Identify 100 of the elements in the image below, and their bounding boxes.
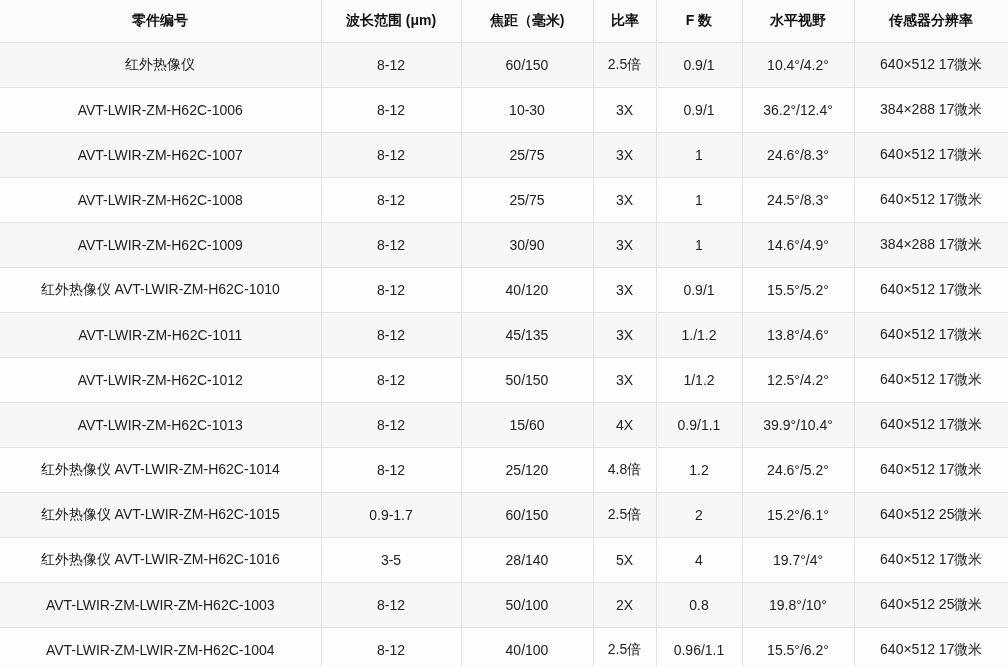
table-cell: 5X — [593, 537, 656, 583]
table-cell: 40/100 — [461, 627, 593, 667]
table-cell: 红外热像仪 — [0, 42, 321, 88]
table-cell: 1.2 — [656, 447, 742, 493]
table-cell: 8-12 — [321, 582, 461, 628]
table-cell: 60/150 — [461, 42, 593, 88]
table-cell: 红外热像仪 AVT-LWIR-ZM-H62C-1014 — [0, 447, 321, 493]
table-cell: 640×512 17微米 — [854, 447, 1008, 493]
table-cell: 4 — [656, 537, 742, 583]
table-cell: 640×512 17微米 — [854, 402, 1008, 448]
table-cell: AVT-LWIR-ZM-LWIR-ZM-H62C-1003 — [0, 582, 321, 628]
table-cell: 24.6°/5.2° — [742, 447, 854, 493]
table-cell: 25/75 — [461, 132, 593, 178]
table-cell: 2.5倍 — [593, 492, 656, 538]
table-cell: 3X — [593, 312, 656, 358]
table-cell: 红外热像仪 AVT-LWIR-ZM-H62C-1016 — [0, 537, 321, 583]
table-cell: AVT-LWIR-ZM-H62C-1012 — [0, 357, 321, 403]
table-cell: 384×288 17微米 — [854, 222, 1008, 268]
table-cell: 1 — [656, 222, 742, 268]
table-cell: 640×512 17微米 — [854, 357, 1008, 403]
table-cell: 8-12 — [321, 627, 461, 667]
table-cell: 1 — [656, 177, 742, 223]
table-cell: AVT-LWIR-ZM-H62C-1007 — [0, 132, 321, 178]
table-cell: 3X — [593, 177, 656, 223]
table-cell: 4X — [593, 402, 656, 448]
table-cell: 8-12 — [321, 267, 461, 313]
table-cell: AVT-LWIR-ZM-LWIR-ZM-H62C-1004 — [0, 627, 321, 667]
table-cell: 3-5 — [321, 537, 461, 583]
table-cell: AVT-LWIR-ZM-H62C-1008 — [0, 177, 321, 223]
table-cell: 10.4°/4.2° — [742, 42, 854, 88]
table-cell: 19.7°/4° — [742, 537, 854, 583]
table-cell: 3X — [593, 222, 656, 268]
column-header: 水平视野 — [742, 0, 854, 43]
table-cell: 0.9/1 — [656, 87, 742, 133]
table-cell: 640×512 17微米 — [854, 312, 1008, 358]
column-header: 零件编号 — [0, 0, 321, 43]
table-cell: 640×512 17微米 — [854, 42, 1008, 88]
table-cell: AVT-LWIR-ZM-H62C-1006 — [0, 87, 321, 133]
table-cell: 45/135 — [461, 312, 593, 358]
table-cell: 8-12 — [321, 222, 461, 268]
table-cell: 8-12 — [321, 357, 461, 403]
table-cell: 8-12 — [321, 447, 461, 493]
table-cell: 640×512 25微米 — [854, 582, 1008, 628]
table-cell: 8-12 — [321, 177, 461, 223]
table-cell: 2.5倍 — [593, 627, 656, 667]
table-cell: 0.9/1.1 — [656, 402, 742, 448]
table-cell: 3X — [593, 267, 656, 313]
table-cell: 8-12 — [321, 132, 461, 178]
table-cell: 12.5°/4.2° — [742, 357, 854, 403]
table-cell: 红外热像仪 AVT-LWIR-ZM-H62C-1015 — [0, 492, 321, 538]
table-cell: 640×512 17微米 — [854, 267, 1008, 313]
table-cell: 3X — [593, 357, 656, 403]
table-cell: AVT-LWIR-ZM-H62C-1013 — [0, 402, 321, 448]
table-cell: 15/60 — [461, 402, 593, 448]
table-cell: 640×512 25微米 — [854, 492, 1008, 538]
table-cell: 10-30 — [461, 87, 593, 133]
table-cell: 28/140 — [461, 537, 593, 583]
table-cell: 13.8°/4.6° — [742, 312, 854, 358]
table-cell: 36.2°/12.4° — [742, 87, 854, 133]
table-cell: 8-12 — [321, 87, 461, 133]
table-cell: 30/90 — [461, 222, 593, 268]
table-cell: 50/100 — [461, 582, 593, 628]
table-cell: 0.96/1.1 — [656, 627, 742, 667]
column-header: 焦距（毫米) — [461, 0, 593, 43]
table-cell: 15.5°/5.2° — [742, 267, 854, 313]
table-cell: 25/120 — [461, 447, 593, 493]
table-cell: 0.9-1.7 — [321, 492, 461, 538]
table-cell: 3X — [593, 87, 656, 133]
column-header: 传感器分辨率 — [854, 0, 1008, 43]
table-cell: 24.6°/8.3° — [742, 132, 854, 178]
table-cell: 15.5°/6.2° — [742, 627, 854, 667]
table-cell: 50/150 — [461, 357, 593, 403]
table-cell: 640×512 17微米 — [854, 537, 1008, 583]
table-cell: 红外热像仪 AVT-LWIR-ZM-H62C-1010 — [0, 267, 321, 313]
column-header: 比率 — [593, 0, 656, 43]
table-cell: 14.6°/4.9° — [742, 222, 854, 268]
table-cell: 640×512 17微米 — [854, 627, 1008, 667]
table-cell: 4.8倍 — [593, 447, 656, 493]
table-cell: 0.9/1 — [656, 267, 742, 313]
table-cell: 2 — [656, 492, 742, 538]
table-cell: 2X — [593, 582, 656, 628]
table-cell: 8-12 — [321, 402, 461, 448]
table-cell: 0.8 — [656, 582, 742, 628]
column-header: F 数 — [656, 0, 742, 43]
table-cell: 24.5°/8.3° — [742, 177, 854, 223]
table-cell: 1 — [656, 132, 742, 178]
column-header: 波长范围 (μm) — [321, 0, 461, 43]
table-cell: 40/120 — [461, 267, 593, 313]
table-cell: 2.5倍 — [593, 42, 656, 88]
table-cell: 25/75 — [461, 177, 593, 223]
table-cell: 640×512 17微米 — [854, 132, 1008, 178]
table-cell: 1./1.2 — [656, 312, 742, 358]
table-cell: 60/150 — [461, 492, 593, 538]
table-cell: 15.2°/6.1° — [742, 492, 854, 538]
table-cell: AVT-LWIR-ZM-H62C-1009 — [0, 222, 321, 268]
table-cell: 0.9/1 — [656, 42, 742, 88]
table-cell: 1/1.2 — [656, 357, 742, 403]
table-cell: 640×512 17微米 — [854, 177, 1008, 223]
table-cell: 19.8°/10° — [742, 582, 854, 628]
table-cell: AVT-LWIR-ZM-H62C-1011 — [0, 312, 321, 358]
